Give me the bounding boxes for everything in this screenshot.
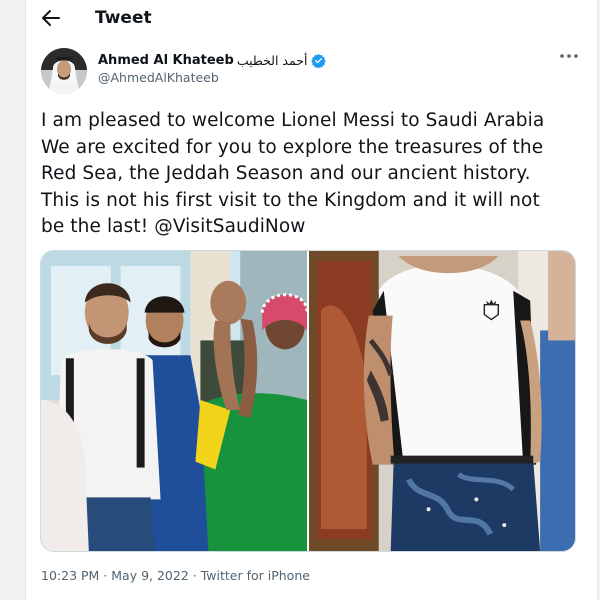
author-handle[interactable]: @AhmedAlKhateeb [98,70,219,85]
timestamp-separator: · [99,568,112,583]
mention-link[interactable]: @VisitSaudiNow [154,216,305,237]
more-horizontal-icon[interactable] [558,48,580,64]
tweet-source[interactable]: Twitter for iPhone [201,568,310,583]
tweet-line: Red Sea, the Jeddah Season and our ancie… [41,163,531,184]
tweet-text: I am pleased to welcome Lionel Messi to … [41,108,586,241]
author-arabic-name: أحمد الخطيب [236,52,308,68]
media-grid [40,250,576,552]
tweet-line: be the last! @VisitSaudiNow [41,214,586,241]
page-title: Tweet [95,8,152,28]
tweet-page: Tweet Ahmed Al Khateeb أحمد الخطيب @Ahme… [25,0,598,600]
arrow-left-icon[interactable] [40,6,62,30]
media-photo-left[interactable] [41,251,307,551]
author-name-row[interactable]: Ahmed Al Khateeb أحمد الخطيب [98,52,327,68]
tweet-date[interactable]: May 9, 2022 [111,568,189,583]
tweet-line: I am pleased to welcome Lionel Messi to … [41,110,545,131]
tweet-line-text: be the last! [41,216,155,237]
page-header: Tweet [26,0,597,38]
media-photo-right[interactable] [309,251,575,551]
timestamp-separator: · [188,568,201,583]
tweet-timestamp-row: 10:23 PM · May 9, 2022 · Twitter for iPh… [41,568,310,583]
author-display-name[interactable]: Ahmed Al Khateeb [98,53,234,68]
verified-badge-icon [311,53,327,68]
tweet-time[interactable]: 10:23 PM [41,568,99,583]
author-avatar[interactable] [41,48,87,94]
tweet-line: We are excited for you to explore the tr… [41,136,544,158]
tweet-line: This is not his first visit to the Kingd… [41,189,540,211]
